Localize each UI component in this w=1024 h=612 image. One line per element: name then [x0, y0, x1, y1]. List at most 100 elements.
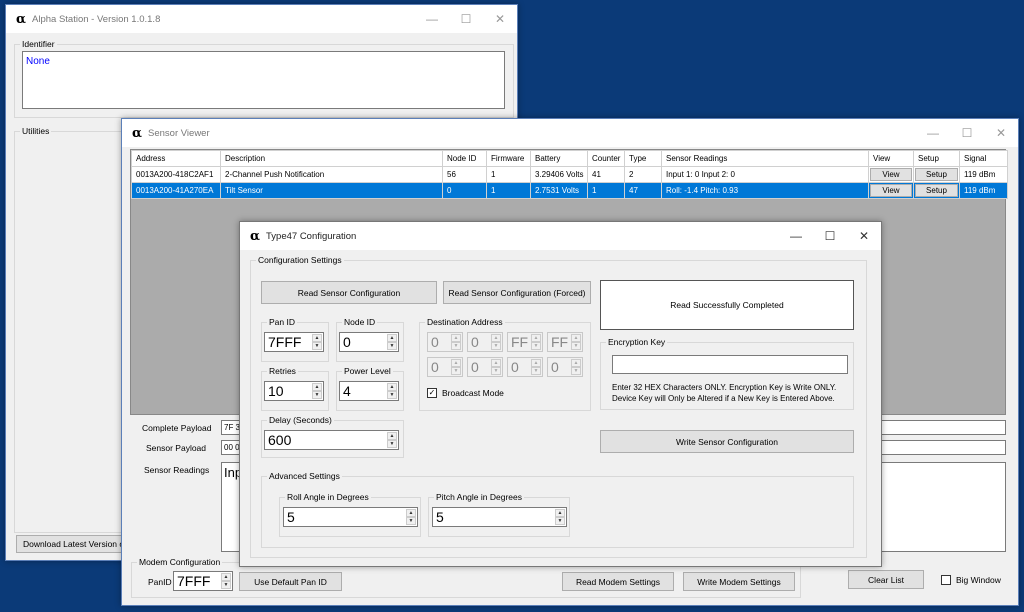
power-level-stepper[interactable]: 4 ▲ ▼ [339, 381, 399, 401]
spin-down-icon[interactable]: ▼ [387, 342, 397, 350]
broadcast-mode-checkbox[interactable]: ✓ [427, 388, 437, 398]
spin-up-icon: ▲ [451, 359, 461, 367]
spin-down-icon[interactable]: ▼ [387, 391, 397, 399]
spin-down-icon[interactable]: ▼ [312, 342, 322, 350]
dest-address-byte-value: 0 [431, 359, 439, 375]
spin-up-icon[interactable]: ▲ [312, 334, 322, 342]
utilities-label: Utilities [20, 126, 52, 136]
col-header[interactable]: Battery [530, 150, 588, 167]
minimize-icon[interactable]: — [415, 5, 449, 33]
maximize-icon[interactable]: ☐ [950, 119, 984, 147]
dest-address-byte-stepper[interactable]: 0 ▲ ▼ [427, 332, 463, 352]
col-header[interactable]: Signal [959, 150, 1008, 167]
modem-panid-stepper[interactable]: 7FFF ▲ ▼ [173, 571, 233, 591]
sensor-payload-label: Sensor Payload [146, 443, 207, 453]
maximize-icon[interactable]: ☐ [813, 222, 847, 250]
pitch-angle-stepper[interactable]: 5 ▲ ▼ [432, 507, 567, 527]
col-header[interactable]: View [868, 150, 914, 167]
view-button[interactable]: View [870, 168, 912, 181]
download-latest-button[interactable]: Download Latest Version of [16, 535, 124, 553]
col-header[interactable]: Counter [587, 150, 625, 167]
minimize-icon[interactable]: — [779, 222, 813, 250]
big-window-checkbox[interactable] [941, 575, 951, 585]
delay-label: Delay (Seconds) [267, 415, 334, 425]
table-row[interactable]: 0013A200-41A270EA Tilt Sensor 0 1 2.7531… [131, 182, 1008, 199]
dest-address-byte-stepper[interactable]: FF ▲ ▼ [507, 332, 543, 352]
main-titlebar: α Alpha Station - Version 1.0.1.8 — ☐ ✕ [6, 5, 517, 33]
col-header[interactable]: Node ID [442, 150, 487, 167]
pan-id-label: Pan ID [267, 317, 297, 327]
close-icon[interactable]: ✕ [984, 119, 1018, 147]
pan-id-value: 7FFF [268, 334, 302, 350]
alpha-logo-icon: α [16, 11, 27, 27]
identifier-label: Identifier [20, 39, 57, 49]
spin-down-icon[interactable]: ▼ [387, 440, 397, 448]
pitch-angle-label: Pitch Angle in Degrees [434, 492, 524, 502]
dest-address-byte-stepper[interactable]: 0 ▲ ▼ [467, 332, 503, 352]
spin-up-icon: ▲ [491, 334, 501, 342]
spin-up-icon[interactable]: ▲ [387, 432, 397, 440]
table-row[interactable]: 0013A200-418C2AF1 2-Channel Push Notific… [131, 166, 1008, 183]
spin-up-icon[interactable]: ▲ [406, 509, 416, 517]
write-sensor-config-button[interactable]: Write Sensor Configuration [600, 430, 854, 453]
modem-config-label: Modem Configuration [137, 557, 223, 567]
read-sensor-config-button[interactable]: Read Sensor Configuration [261, 281, 437, 304]
retries-label: Retries [267, 366, 298, 376]
cell-readings: Input 1: 0 Input 2: 0 [661, 166, 869, 183]
cell-type: 2 [624, 166, 662, 183]
maximize-icon[interactable]: ☐ [449, 5, 483, 33]
retries-stepper[interactable]: 10 ▲ ▼ [264, 381, 324, 401]
close-icon[interactable]: ✕ [847, 222, 881, 250]
advanced-settings-label: Advanced Settings [267, 471, 342, 481]
col-header[interactable]: Type [624, 150, 662, 167]
spin-down-icon[interactable]: ▼ [221, 581, 231, 589]
write-modem-settings-button[interactable]: Write Modem Settings [683, 572, 795, 591]
spin-down-icon[interactable]: ▼ [406, 517, 416, 525]
delay-value: 600 [268, 432, 292, 448]
spin-up-icon[interactable]: ▲ [387, 334, 397, 342]
spin-up-icon[interactable]: ▲ [555, 509, 565, 517]
pitch-angle-value: 5 [436, 509, 444, 525]
clear-list-button[interactable]: Clear List [848, 570, 924, 589]
sensor-viewer-titlebar: α Sensor Viewer — ☐ ✕ [122, 119, 1018, 147]
encryption-key-label: Encryption Key [606, 337, 668, 347]
minimize-icon[interactable]: — [916, 119, 950, 147]
spin-down-icon: ▼ [491, 367, 501, 375]
col-header[interactable]: Setup [913, 150, 960, 167]
view-button[interactable]: View [870, 184, 912, 197]
spin-up-icon[interactable]: ▲ [312, 383, 322, 391]
spin-up-icon[interactable]: ▲ [221, 573, 231, 581]
dest-address-byte-stepper[interactable]: 0 ▲ ▼ [547, 357, 583, 377]
encryption-key-input[interactable] [612, 355, 848, 374]
node-id-stepper[interactable]: 0 ▲ ▼ [339, 332, 399, 352]
cell-signal: 119 dBm [959, 166, 1008, 183]
col-header[interactable]: Description [220, 150, 443, 167]
spin-down-icon: ▼ [531, 367, 541, 375]
spin-down-icon[interactable]: ▼ [312, 391, 322, 399]
col-header[interactable]: Firmware [486, 150, 531, 167]
spin-down-icon[interactable]: ▼ [555, 517, 565, 525]
use-default-panid-button[interactable]: Use Default Pan ID [239, 572, 342, 591]
cell-setup: Setup [913, 182, 960, 199]
setup-button[interactable]: Setup [915, 168, 958, 181]
col-header[interactable]: Address [131, 150, 221, 167]
dest-address-byte-stepper[interactable]: 0 ▲ ▼ [507, 357, 543, 377]
read-modem-settings-button[interactable]: Read Modem Settings [562, 572, 674, 591]
dest-address-byte-stepper[interactable]: FF ▲ ▼ [547, 332, 583, 352]
roll-angle-stepper[interactable]: 5 ▲ ▼ [283, 507, 418, 527]
read-sensor-config-forced-button[interactable]: Read Sensor Configuration (Forced) [443, 281, 591, 304]
col-header[interactable]: Sensor Readings [661, 150, 869, 167]
spin-up-icon[interactable]: ▲ [387, 383, 397, 391]
spin-down-icon: ▼ [491, 342, 501, 350]
cell-description: 2-Channel Push Notification [220, 166, 443, 183]
delay-stepper[interactable]: 600 ▲ ▼ [264, 430, 399, 450]
dest-address-byte-stepper[interactable]: 0 ▲ ▼ [467, 357, 503, 377]
config-dialog-titlebar: α Type47 Configuration — ☐ ✕ [240, 222, 881, 250]
setup-button[interactable]: Setup [915, 184, 958, 197]
pan-id-stepper[interactable]: 7FFF ▲ ▼ [264, 332, 324, 352]
dest-address-byte-stepper[interactable]: 0 ▲ ▼ [427, 357, 463, 377]
identifier-box[interactable]: None [22, 51, 505, 109]
grid-header-row: Address Description Node ID Firmware Bat… [131, 150, 1008, 167]
broadcast-mode-label: Broadcast Mode [442, 388, 504, 398]
close-icon[interactable]: ✕ [483, 5, 517, 33]
